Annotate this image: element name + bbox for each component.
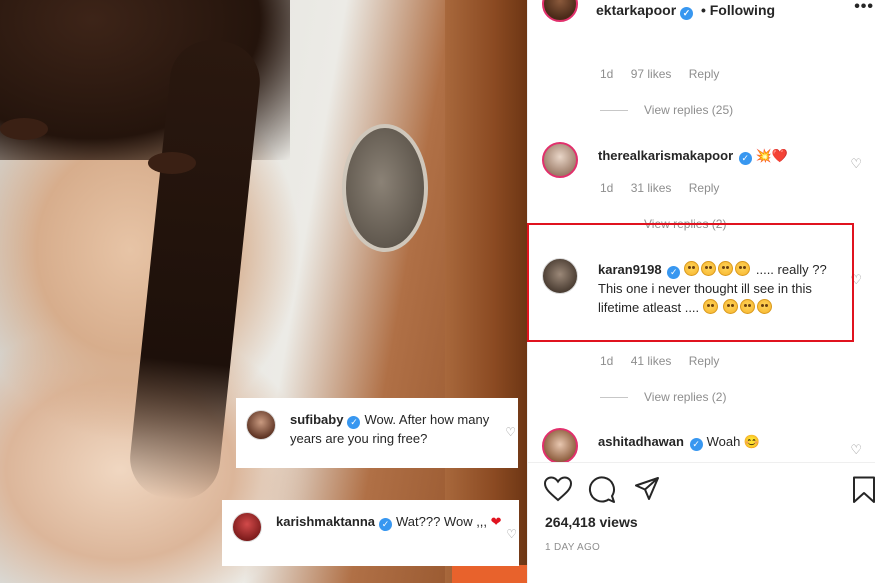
comment-age: 1d bbox=[600, 67, 614, 81]
heart-icon[interactable]: ♡ bbox=[850, 156, 862, 172]
avatar[interactable] bbox=[542, 0, 578, 22]
bookmark-icon[interactable] bbox=[852, 476, 875, 504]
heart-icon[interactable]: ♡ bbox=[505, 426, 516, 438]
comment-meta: 1d 41 likes Reply bbox=[600, 354, 733, 368]
avatar[interactable] bbox=[542, 428, 578, 462]
reply-button[interactable]: Reply bbox=[689, 181, 720, 195]
verified-badge-icon: ✓ bbox=[738, 152, 752, 165]
following-button[interactable]: Following bbox=[710, 2, 775, 18]
overlay-username[interactable]: karishmaktanna bbox=[276, 514, 375, 529]
share-icon[interactable] bbox=[634, 476, 660, 502]
comment-meta: 1d 31 likes Reply bbox=[600, 181, 733, 195]
reply-button[interactable]: Reply bbox=[689, 354, 720, 368]
more-options-icon[interactable]: ••• bbox=[854, 0, 874, 16]
post-date: 1 DAY AGO bbox=[545, 542, 601, 553]
overlay-username[interactable]: sufibaby bbox=[290, 412, 343, 427]
heart-icon[interactable] bbox=[544, 476, 572, 502]
highlight-box bbox=[527, 223, 854, 342]
header-username-line: ektarkapoor ✓ • Following bbox=[596, 2, 775, 20]
view-replies[interactable]: View replies (25) bbox=[600, 103, 733, 117]
comment-meta: 1d 97 likes Reply bbox=[600, 67, 733, 81]
avatar bbox=[232, 512, 262, 542]
comment-likes[interactable]: 97 likes bbox=[631, 67, 672, 81]
post-header: ektarkapoor ✓ • Following ••• bbox=[528, 0, 875, 22]
verified-badge-icon: ✓ bbox=[689, 438, 703, 451]
comment-username[interactable]: ashitadhawan bbox=[598, 434, 684, 449]
verified-badge-icon: ✓ bbox=[379, 518, 392, 531]
heart-icon[interactable]: ♡ bbox=[506, 528, 517, 540]
eye-right bbox=[148, 152, 196, 174]
comment-username[interactable]: therealkarismakapoor bbox=[598, 148, 733, 163]
comment-icon[interactable] bbox=[588, 476, 616, 504]
comment-ashitadhawan: ashitadhawan ✓ Woah 😊 ♡ bbox=[542, 428, 862, 462]
wall-clock bbox=[342, 124, 428, 252]
action-bar bbox=[542, 476, 875, 506]
orange-cloth bbox=[452, 565, 527, 583]
wooden-door bbox=[445, 0, 527, 583]
replies-line bbox=[600, 397, 628, 399]
comment-text: therealkarismakapoor ✓ 💥❤️ bbox=[598, 146, 838, 165]
story-video[interactable]: sufibaby ✓ Wow. After how many years are y… bbox=[0, 0, 527, 583]
view-replies-label: View replies (25) bbox=[644, 103, 734, 117]
verified-badge-icon: ✓ bbox=[347, 416, 361, 429]
comment-body: Woah 😊 bbox=[706, 434, 761, 449]
overlay-comment-body: Wat??? Wow ,,, bbox=[396, 514, 488, 529]
replies-line bbox=[600, 110, 628, 112]
comment-therealkarismakapoor: therealkarismakapoor ✓ 💥❤️ ♡ bbox=[542, 142, 862, 182]
overlay-comment-karishmaktanna: karishmaktanna ✓ Wat??? Wow ,,, ❤ ♡ bbox=[222, 500, 519, 566]
comment-age: 1d bbox=[600, 354, 614, 368]
header-username[interactable]: ektarkapoor bbox=[596, 2, 676, 18]
overlay-comment-sufibaby: sufibaby ✓ Wow. After how many years are y… bbox=[236, 398, 518, 468]
overlay-comment-text: karishmaktanna ✓ Wat??? Wow ,,, ❤ bbox=[276, 512, 502, 531]
divider bbox=[528, 462, 875, 463]
comment-text: ashitadhawan ✓ Woah 😊 bbox=[598, 432, 838, 451]
reply-button[interactable]: Reply bbox=[689, 67, 720, 81]
comment-age: 1d bbox=[600, 181, 614, 195]
avatar bbox=[246, 410, 276, 440]
red-heart-icon: ❤ bbox=[490, 514, 502, 529]
comment-body: 💥❤️ bbox=[755, 148, 789, 163]
view-count[interactable]: 264,418 views bbox=[545, 514, 638, 530]
verified-badge-icon: ✓ bbox=[680, 7, 694, 20]
header-separator: • bbox=[700, 2, 706, 18]
heart-icon[interactable]: ♡ bbox=[850, 442, 862, 458]
comment-likes[interactable]: 31 likes bbox=[631, 181, 672, 195]
avatar[interactable] bbox=[542, 142, 578, 178]
overlay-comment-text: sufibaby ✓ Wow. After how many years are y… bbox=[290, 410, 508, 448]
eye-left bbox=[0, 118, 48, 140]
view-replies-label: View replies (2) bbox=[644, 390, 727, 404]
view-replies[interactable]: View replies (2) bbox=[600, 390, 726, 404]
comment-likes[interactable]: 41 likes bbox=[631, 354, 672, 368]
